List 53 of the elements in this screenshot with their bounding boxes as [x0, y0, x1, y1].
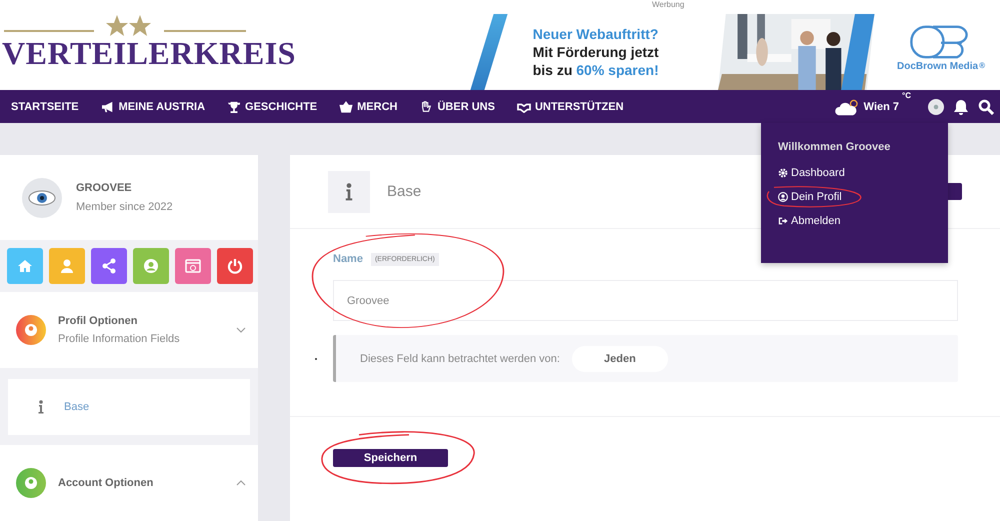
menu-title: Willkommen Groovee: [778, 141, 890, 153]
section-title: Account Optionen: [58, 477, 154, 489]
field-label: Name: [333, 253, 363, 265]
home-icon: [17, 258, 33, 274]
visibility-select[interactable]: Jeden: [572, 346, 668, 372]
registered-mark: ®: [979, 61, 986, 72]
temperature-unit: °C: [902, 90, 911, 100]
info-icon: [38, 400, 44, 414]
share-button[interactable]: [91, 248, 127, 284]
share-icon: [101, 258, 117, 274]
calendar-icon: [185, 258, 201, 274]
power-button[interactable]: [217, 248, 253, 284]
info-icon: [328, 170, 370, 212]
power-icon: [227, 258, 243, 274]
visibility-label: Dieses Feld kann betrachtet werden von:: [360, 352, 560, 364]
member-since: Member since 2022: [76, 201, 173, 213]
avatar-icon[interactable]: [928, 98, 944, 114]
nav-link[interactable]: UNTERSTÜTZEN: [516, 100, 624, 112]
page-title: Base: [387, 183, 422, 200]
calendar-button[interactable]: [175, 248, 211, 284]
user-icon: [59, 258, 75, 274]
hand-icon: [419, 100, 434, 112]
brand-name: DocBrown Media: [896, 61, 978, 72]
bell-icon[interactable]: [953, 98, 969, 114]
ad-highlight: 60% sparen!: [576, 62, 659, 78]
gear-icon: [778, 168, 788, 178]
section-title: Profil Optionen: [58, 315, 138, 327]
save-button[interactable]: Speichern: [333, 449, 448, 467]
ad-banner[interactable]: Neuer Webauftritt? Mit Förderung jetzt bis zu 60% sparen!: [472, 13, 875, 90]
nav-link[interactable]: ÜBER UNS: [419, 100, 495, 112]
search-icon[interactable]: [978, 98, 994, 114]
nav-link[interactable]: STARTSEITE: [11, 100, 79, 112]
weather-temperature: Wien 7: [864, 100, 900, 112]
ad-text: Mit Förderung jetzt: [532, 42, 659, 60]
nav-link[interactable]: MERCH: [339, 100, 398, 112]
trophy-icon: [227, 100, 242, 112]
ad-headline: Neuer Webauftritt?: [532, 24, 658, 42]
menu-item[interactable]: Abmelden: [778, 215, 841, 227]
nav-link[interactable]: MEINE AUSTRIA: [100, 100, 206, 112]
megaphone-icon: [100, 100, 115, 112]
ad-text: bis zu: [532, 62, 572, 78]
menu-item[interactable]: Dein Profil: [778, 191, 842, 203]
eye-avatar-icon: [22, 178, 62, 218]
nav-link[interactable]: GESCHICHTE: [227, 100, 318, 112]
home-button[interactable]: [7, 248, 43, 284]
user-name: GROOVEE: [76, 182, 132, 194]
site-logo[interactable]: VERTEILERKREIS: [2, 36, 296, 70]
logout-icon: [778, 216, 788, 226]
ad-label: Werbung: [652, 0, 684, 10]
profile-button[interactable]: [133, 248, 169, 284]
name-input[interactable]: Groovee: [333, 280, 958, 321]
section-subtitle: Profile Information Fields: [58, 333, 180, 345]
menu-item[interactable]: Dashboard: [778, 167, 845, 179]
